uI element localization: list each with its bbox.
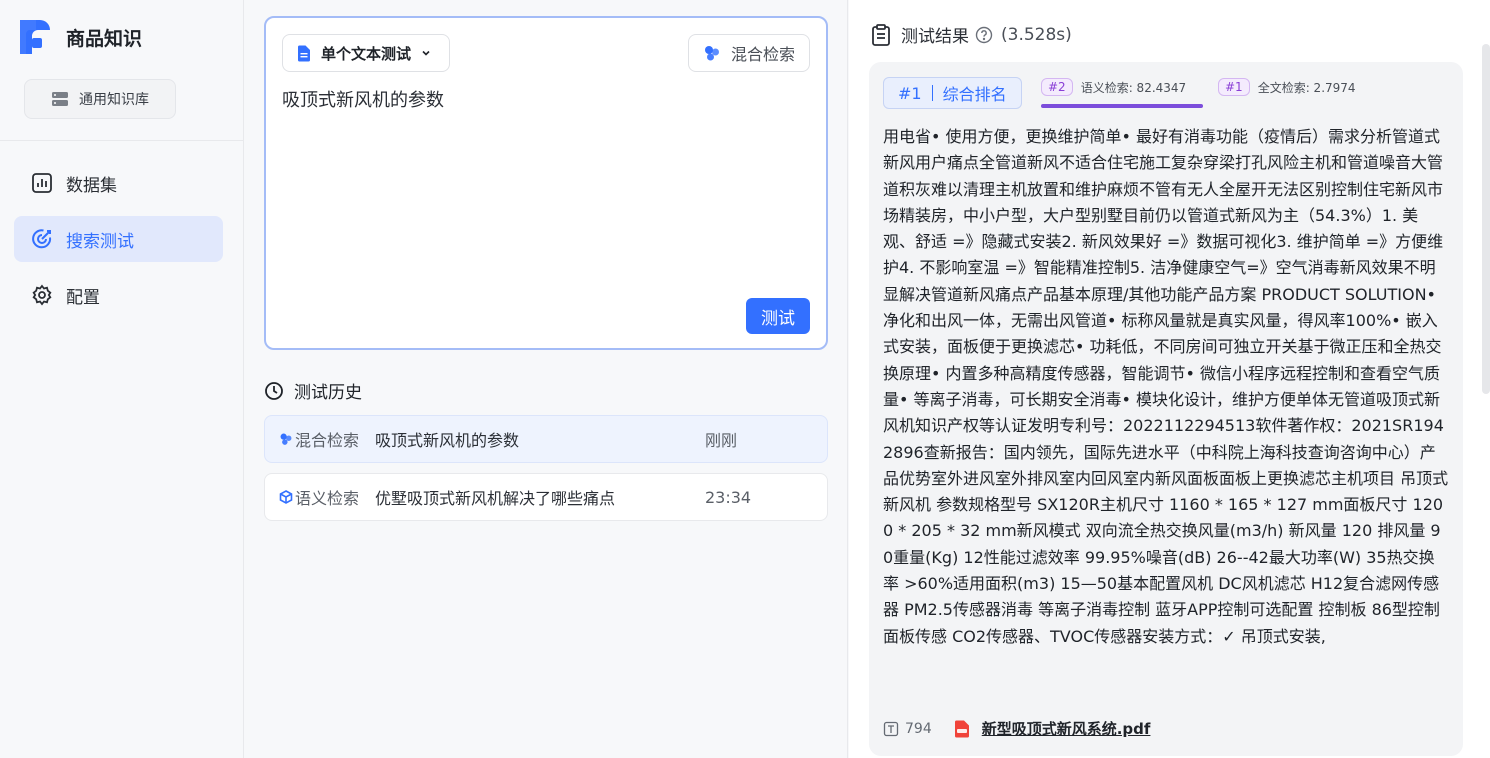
query-box: 单个文本测试 混合检索 吸顶式新风机的参数 测试 — [264, 16, 828, 350]
document-icon — [297, 45, 311, 62]
chevron-down-icon — [421, 49, 431, 57]
hybrid-search-icon — [279, 432, 293, 446]
result-card: #1 综合排名 #2 语义检索: 82.4347 #1 全文检索: 2.7974… — [869, 62, 1463, 756]
history-item-type: 混合检索 — [279, 427, 375, 451]
sidebar-nav: 数据集 搜索测试 配置 — [14, 160, 223, 328]
history-item-time: 刚刚 — [705, 431, 738, 450]
test-button[interactable]: 测试 — [746, 298, 810, 334]
results-header: 测试结果 (3.528s) — [871, 22, 1072, 47]
history-title-label: 测试历史 — [294, 383, 362, 403]
help-icon[interactable] — [975, 26, 993, 44]
scrollbar[interactable] — [1482, 44, 1490, 394]
fulltext-score: #1 全文检索: 2.7974 — [1218, 78, 1356, 96]
clock-icon — [264, 381, 284, 401]
sidebar-item-search-test[interactable]: 搜索测试 — [14, 216, 223, 262]
test-mode-label: 单个文本测试 — [321, 44, 412, 63]
char-count: 794 — [905, 720, 932, 737]
search-test-panel: 单个文本测试 混合检索 吸顶式新风机的参数 测试 测试历史 混合检索 吸顶式新风… — [244, 0, 848, 758]
clipboard-icon — [871, 23, 891, 46]
history-item-type: 语义检索 — [279, 485, 375, 509]
results-title: 测试结果 — [901, 27, 969, 47]
gear-icon — [30, 283, 54, 307]
rank-badge: #1 综合排名 — [883, 77, 1022, 109]
sidebar-item-datasets[interactable]: 数据集 — [14, 160, 223, 206]
sidebar-item-settings[interactable]: 配置 — [14, 272, 223, 318]
knowledge-base-button[interactable]: 通用知识库 — [24, 79, 176, 119]
source-file-link[interactable]: 新型吸顶式新风系统.pdf — [954, 718, 1150, 739]
result-content: 用电省• 使用方便，更换维护简单• 最好有消毒功能（疫情后）需求分析管道式新风用… — [883, 127, 1449, 646]
knowledge-base-label: 通用知识库 — [79, 92, 149, 108]
semantic-search-icon — [279, 490, 293, 504]
app-logo-icon — [16, 16, 52, 58]
search-mode-button[interactable]: 混合检索 — [687, 34, 810, 72]
app-title: 商品知识 — [66, 27, 143, 50]
query-input[interactable]: 吸顶式新风机的参数 — [282, 86, 444, 112]
history-item[interactable]: 混合检索 吸顶式新风机的参数 刚刚 — [264, 415, 828, 463]
target-icon — [30, 227, 54, 251]
hybrid-search-icon — [703, 44, 721, 62]
elapsed-time: (3.528s) — [1001, 24, 1072, 45]
sidebar-item-label: 配置 — [66, 287, 100, 308]
semantic-rank-tag: #2 — [1041, 78, 1073, 96]
result-footer: 794 新型吸顶式新风系统.pdf — [883, 718, 1150, 739]
sidebar-divider — [0, 140, 243, 141]
history-item-query: 优墅吸顶式新风机解决了哪些痛点 — [375, 489, 616, 508]
results-panel: 测试结果 (3.528s) #1 综合排名 #2 语义检索: 82.4347 #… — [849, 0, 1490, 758]
semantic-score-bar — [1041, 104, 1203, 108]
sidebar: 商品知识 通用知识库 数据集 搜索测试 配置 — [0, 0, 244, 758]
bar-chart-icon — [30, 171, 54, 195]
brand: 商品知识 — [16, 16, 142, 58]
semantic-score: #2 语义检索: 82.4347 — [1041, 78, 1186, 96]
history-item-time: 23:34 — [705, 487, 752, 507]
fulltext-rank-tag: #1 — [1218, 78, 1250, 96]
history-item-query: 吸顶式新风机的参数 — [375, 431, 520, 450]
history-item[interactable]: 语义检索 优墅吸顶式新风机解决了哪些痛点 23:34 — [264, 473, 828, 521]
pdf-file-icon — [954, 720, 970, 738]
sidebar-item-label: 搜索测试 — [66, 231, 134, 252]
sidebar-item-label: 数据集 — [66, 175, 117, 196]
history-title: 测试历史 — [264, 378, 362, 403]
search-mode-label: 混合检索 — [730, 45, 795, 64]
database-icon — [51, 91, 69, 107]
test-mode-select[interactable]: 单个文本测试 — [282, 34, 451, 72]
text-count-icon — [883, 721, 899, 737]
